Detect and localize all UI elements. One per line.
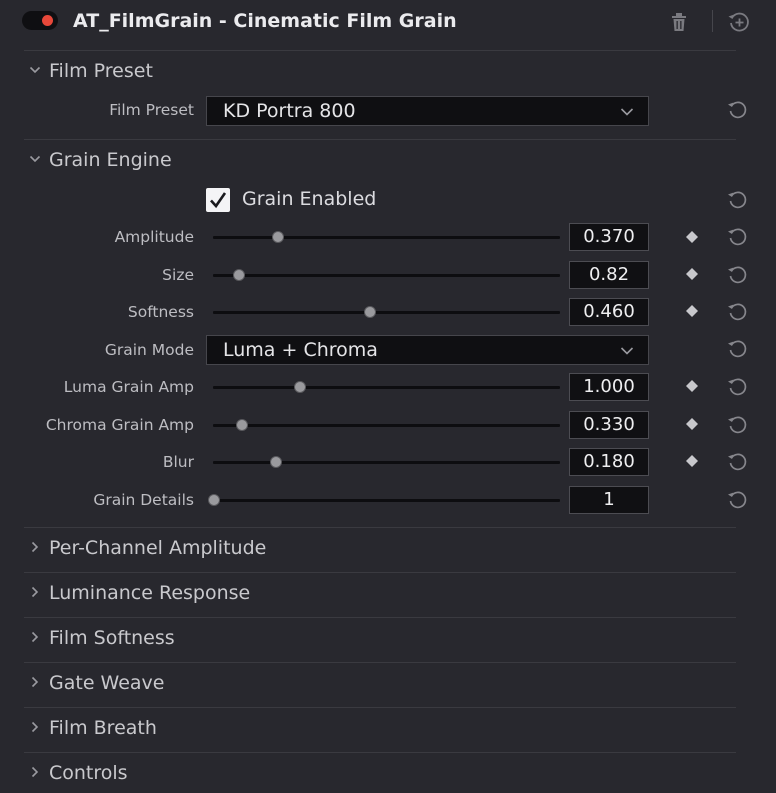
chevron-right-icon bbox=[31, 721, 39, 733]
chevron-right-icon bbox=[31, 586, 39, 598]
effect-enable-toggle[interactable] bbox=[22, 11, 58, 30]
section-label: Controls bbox=[49, 762, 128, 784]
divider bbox=[24, 139, 736, 140]
section-label: Film Softness bbox=[49, 627, 175, 649]
divider bbox=[24, 707, 736, 708]
grain-details-slider-handle[interactable] bbox=[208, 494, 220, 506]
reset-icon[interactable] bbox=[727, 189, 749, 211]
toggle-indicator bbox=[42, 15, 53, 26]
section-film-preset[interactable]: Film Preset bbox=[24, 55, 736, 89]
section-label: Film Preset bbox=[49, 60, 153, 82]
divider bbox=[24, 527, 736, 528]
header-divider bbox=[712, 10, 713, 32]
chevron-right-icon bbox=[31, 631, 39, 643]
keyframe-diamond-icon[interactable] bbox=[685, 417, 699, 431]
param-label-luma-grain-amp: Luma Grain Amp bbox=[63, 378, 194, 396]
luma-grain-amp-value-input[interactable]: 1.000 bbox=[569, 373, 649, 401]
grain-enabled-checkbox[interactable] bbox=[206, 188, 230, 212]
section-gate-weave[interactable]: Gate Weave bbox=[24, 667, 736, 701]
chevron-right-icon bbox=[31, 766, 39, 778]
chevron-down-icon bbox=[29, 66, 41, 74]
reset-icon[interactable] bbox=[727, 226, 749, 248]
chroma-grain-amp-slider[interactable] bbox=[213, 424, 560, 427]
film-preset-label: Film Preset bbox=[109, 101, 194, 119]
section-label: Film Breath bbox=[49, 717, 157, 739]
chevron-right-icon bbox=[31, 541, 39, 553]
film-preset-dropdown[interactable]: KD Portra 800 bbox=[206, 96, 649, 126]
film-preset-value: KD Portra 800 bbox=[223, 100, 356, 122]
softness-slider-handle[interactable] bbox=[364, 306, 377, 318]
blur-value-input[interactable]: 0.180 bbox=[569, 448, 649, 476]
reset-icon[interactable] bbox=[727, 264, 749, 286]
checkmark-icon bbox=[210, 192, 227, 209]
param-label-size: Size bbox=[162, 266, 194, 284]
reset-icon[interactable] bbox=[727, 489, 749, 511]
section-label: Grain Engine bbox=[49, 149, 172, 171]
param-label-blur: Blur bbox=[162, 453, 194, 471]
section-film-breath[interactable]: Film Breath bbox=[24, 712, 736, 746]
chroma-grain-amp-slider-handle[interactable] bbox=[236, 419, 249, 431]
section-label: Per-Channel Amplitude bbox=[49, 537, 267, 559]
param-label-chroma-grain-amp: Chroma Grain Amp bbox=[45, 416, 194, 434]
grain-details-value-input[interactable]: 1 bbox=[569, 486, 649, 514]
param-label-softness: Softness bbox=[127, 303, 194, 321]
amplitude-slider[interactable] bbox=[213, 236, 560, 239]
reset-icon[interactable] bbox=[727, 99, 749, 121]
blur-slider-handle[interactable] bbox=[270, 456, 283, 468]
param-label-amplitude: Amplitude bbox=[114, 228, 194, 246]
section-label: Gate Weave bbox=[49, 672, 165, 694]
keyframe-diamond-icon[interactable] bbox=[685, 454, 699, 468]
divider bbox=[24, 752, 736, 753]
keyframe-diamond-icon[interactable] bbox=[685, 230, 699, 244]
divider bbox=[24, 617, 736, 618]
trash-icon[interactable] bbox=[667, 10, 691, 34]
grain-details-slider[interactable] bbox=[213, 499, 560, 502]
effect-title: AT_FilmGrain - Cinematic Film Grain bbox=[73, 10, 457, 32]
size-slider-handle[interactable] bbox=[232, 269, 245, 281]
reset-icon[interactable] bbox=[727, 414, 749, 436]
reset-icon[interactable] bbox=[727, 376, 749, 398]
chroma-grain-amp-value-input[interactable]: 0.330 bbox=[569, 411, 649, 439]
grain-mode-dropdown[interactable]: Luma + Chroma bbox=[206, 335, 649, 365]
amplitude-slider-handle[interactable] bbox=[272, 231, 284, 243]
amplitude-value-input[interactable]: 0.370 bbox=[569, 223, 649, 251]
grain-mode-value: Luma + Chroma bbox=[223, 339, 378, 361]
add-version-icon[interactable] bbox=[727, 10, 751, 34]
section-per-channel-amplitude[interactable]: Per-Channel Amplitude bbox=[24, 532, 736, 566]
grain-enabled-label: Grain Enabled bbox=[242, 188, 377, 210]
chevron-down-icon bbox=[620, 108, 634, 116]
softness-value-input[interactable]: 0.460 bbox=[569, 298, 649, 326]
grain-mode-label: Grain Mode bbox=[104, 341, 194, 359]
luma-grain-amp-slider-handle[interactable] bbox=[293, 381, 306, 393]
size-value-input[interactable]: 0.82 bbox=[569, 261, 649, 289]
effect-header: AT_FilmGrain - Cinematic Film Grain bbox=[0, 0, 776, 44]
keyframe-diamond-icon[interactable] bbox=[685, 379, 699, 393]
section-luminance-response[interactable]: Luminance Response bbox=[24, 577, 736, 611]
chevron-down-icon bbox=[29, 155, 41, 163]
reset-icon[interactable] bbox=[727, 301, 749, 323]
reset-icon[interactable] bbox=[727, 451, 749, 473]
reset-icon[interactable] bbox=[727, 338, 749, 360]
luma-grain-amp-slider[interactable] bbox=[213, 386, 560, 389]
softness-slider[interactable] bbox=[213, 311, 560, 314]
keyframe-diamond-icon[interactable] bbox=[685, 304, 699, 318]
param-label-grain-details: Grain Details bbox=[93, 491, 194, 509]
section-grain-engine[interactable]: Grain Engine bbox=[24, 144, 736, 178]
section-label: Luminance Response bbox=[49, 582, 251, 604]
divider bbox=[24, 50, 736, 51]
size-slider[interactable] bbox=[213, 274, 560, 277]
blur-slider[interactable] bbox=[213, 461, 560, 464]
section-film-softness[interactable]: Film Softness bbox=[24, 622, 736, 656]
keyframe-diamond-icon[interactable] bbox=[685, 267, 699, 281]
divider bbox=[24, 662, 736, 663]
divider bbox=[24, 572, 736, 573]
section-controls[interactable]: Controls bbox=[24, 757, 736, 791]
chevron-right-icon bbox=[31, 676, 39, 688]
chevron-down-icon bbox=[620, 347, 634, 355]
